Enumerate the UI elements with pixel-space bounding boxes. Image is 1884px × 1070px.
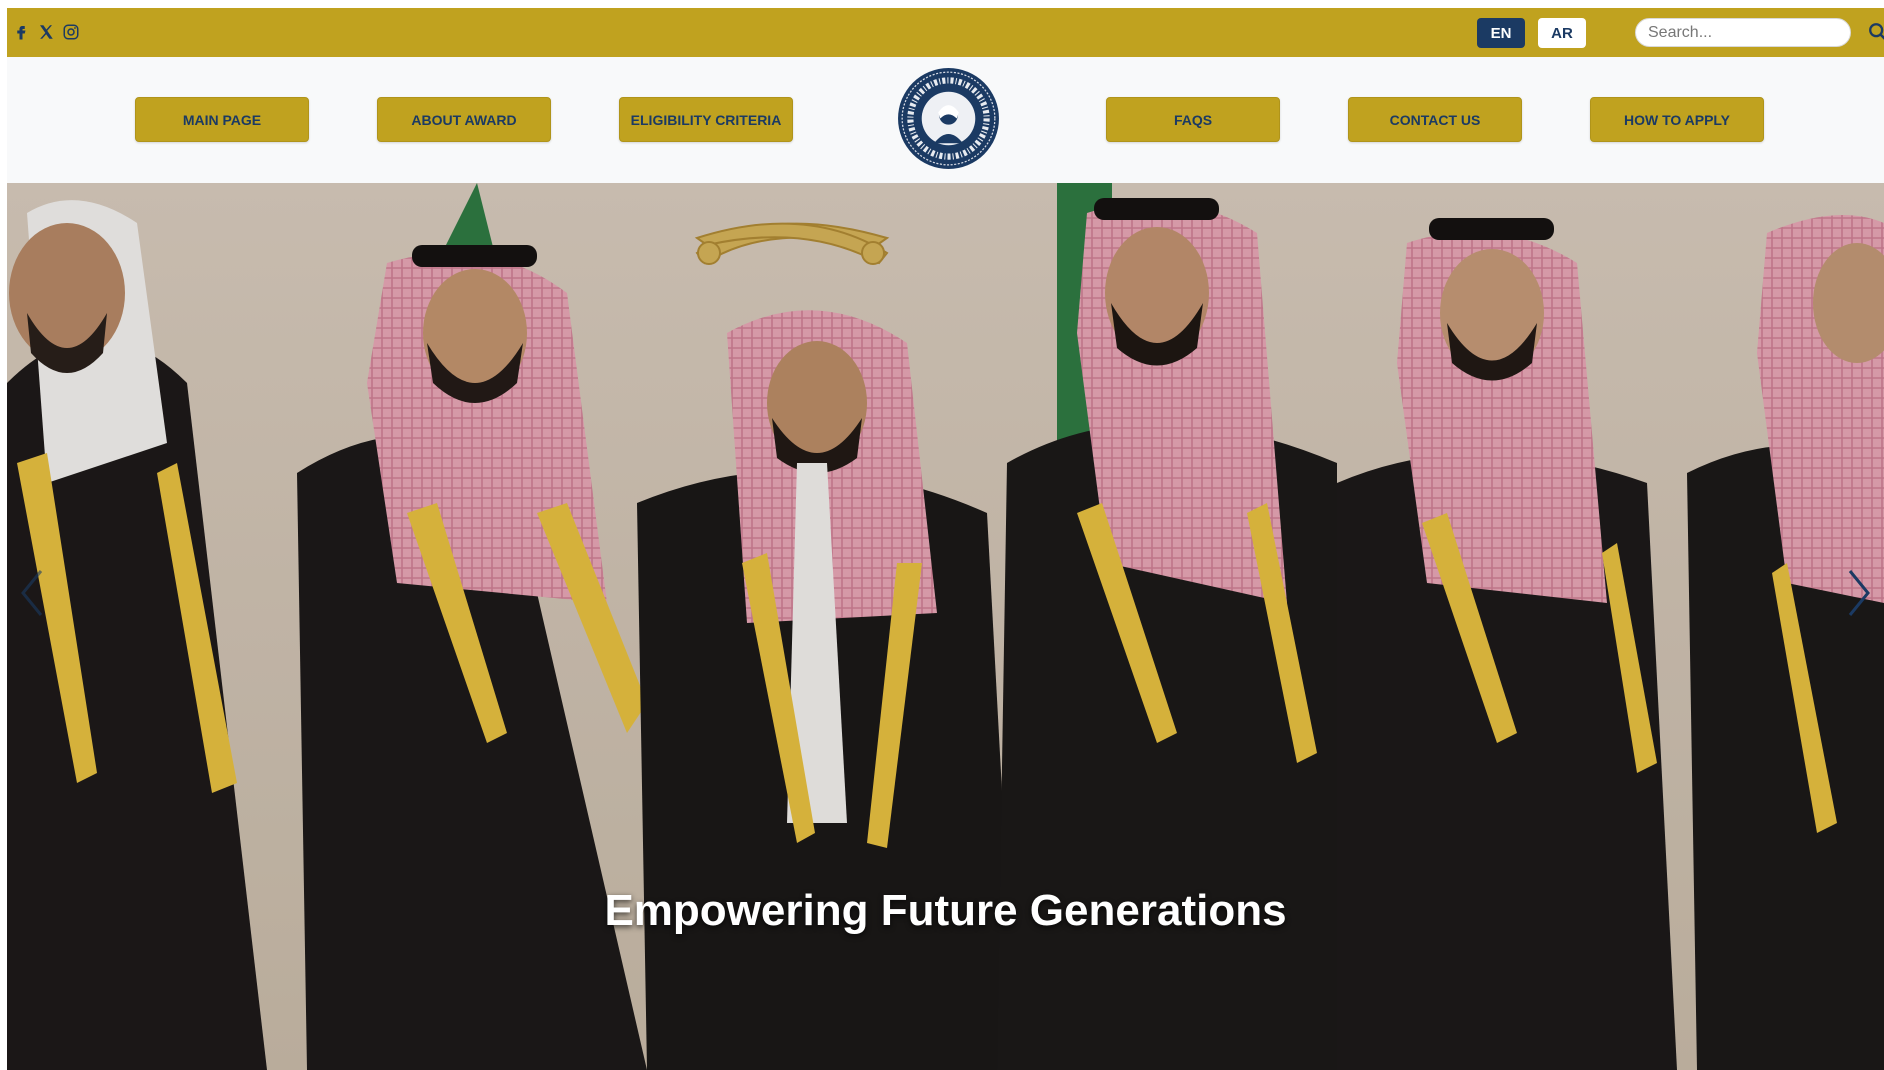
top-bar: EN AR <box>7 8 1884 57</box>
main-navigation: MAIN PAGE ABOUT AWARD ELIGIBILITY CRITER… <box>7 57 1884 183</box>
hero-carousel: Empowering Future Generations <box>7 183 1884 1070</box>
search-input[interactable] <box>1635 18 1851 47</box>
nav-contact-us[interactable]: CONTACT US <box>1348 97 1522 142</box>
language-en-button[interactable]: EN <box>1477 18 1525 48</box>
facebook-icon[interactable] <box>9 20 33 44</box>
search-icon[interactable] <box>1867 21 1884 43</box>
nav-main-page[interactable]: MAIN PAGE <box>135 97 309 142</box>
nav-eligibility-criteria[interactable]: ELIGIBILITY CRITERIA <box>619 97 793 142</box>
x-icon[interactable] <box>34 20 58 44</box>
instagram-icon[interactable] <box>59 20 83 44</box>
carousel-prev-icon[interactable] <box>15 563 49 623</box>
award-logo[interactable] <box>897 67 1000 170</box>
language-ar-button[interactable]: AR <box>1538 18 1586 48</box>
nav-about-award[interactable]: ABOUT AWARD <box>377 97 551 142</box>
nav-how-to-apply[interactable]: HOW TO APPLY <box>1590 97 1764 142</box>
carousel-next-icon[interactable] <box>1842 563 1876 623</box>
hero-caption: Empowering Future Generations <box>604 886 1287 935</box>
nav-faqs[interactable]: FAQS <box>1106 97 1280 142</box>
hero-photo <box>7 183 1884 1070</box>
